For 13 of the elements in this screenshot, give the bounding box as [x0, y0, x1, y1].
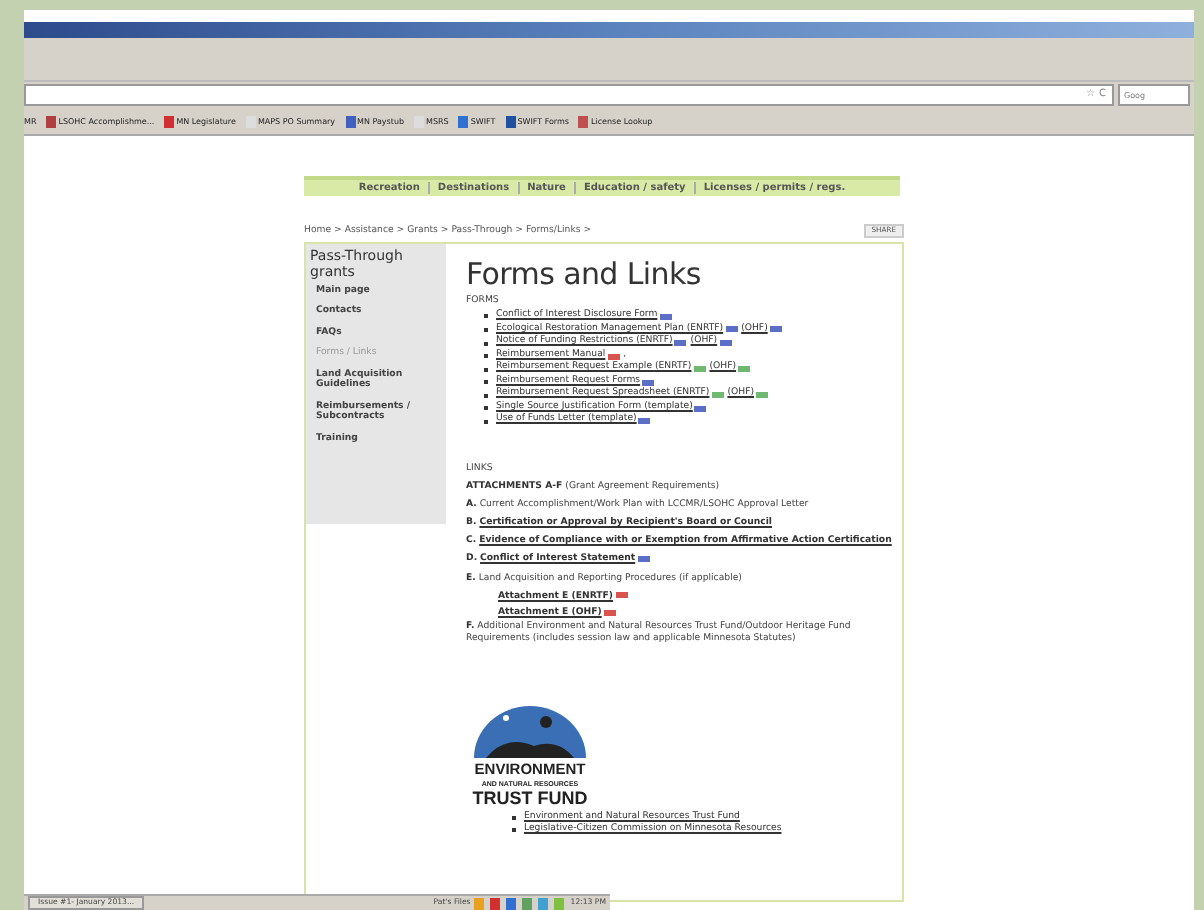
spreadsheet-file-icon: [756, 392, 769, 399]
spreadsheet-file-icon: [738, 366, 751, 373]
page-title: Forms and Links: [466, 255, 703, 293]
document-file-icon: [769, 326, 782, 333]
document-file-icon: [694, 405, 707, 412]
pdf-file-icon: [607, 353, 620, 360]
spreadsheet-file-icon: [693, 366, 706, 373]
document-file-icon: [674, 340, 687, 346]
document-file-icon: [659, 313, 672, 320]
document-file-icon: [637, 555, 650, 562]
document-file-icon: [638, 418, 651, 425]
spreadsheet-file-icon: [711, 392, 724, 399]
document-file-icon: [642, 379, 655, 386]
